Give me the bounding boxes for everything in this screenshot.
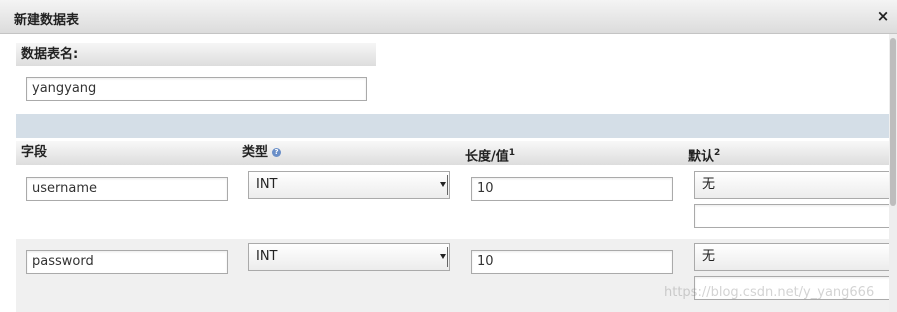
header-field: 字段 bbox=[21, 145, 48, 160]
default-select-value: 无 bbox=[702, 249, 716, 264]
header-length: 长度/值1 bbox=[465, 141, 515, 165]
scrollbar[interactable] bbox=[889, 34, 897, 312]
header-default-label: 默认 bbox=[688, 149, 715, 165]
help-icon[interactable]: ? bbox=[272, 148, 282, 157]
chevron-down-icon bbox=[440, 254, 446, 259]
header-type-label: 类型 bbox=[242, 145, 269, 160]
default-value-input[interactable] bbox=[694, 204, 897, 228]
dialog-title: 新建数据表 bbox=[14, 13, 80, 28]
footnote-1: 1 bbox=[508, 148, 516, 158]
header-length-label: 长度/值 bbox=[465, 149, 509, 165]
field-name-input[interactable]: password bbox=[26, 250, 228, 274]
length-input[interactable]: 10 bbox=[471, 250, 673, 274]
select-divider bbox=[447, 247, 448, 267]
chevron-down-icon bbox=[440, 182, 446, 187]
default-select[interactable]: 无 bbox=[694, 243, 897, 271]
type-select-value: INT bbox=[256, 177, 278, 192]
close-icon[interactable]: × bbox=[875, 7, 891, 25]
default-value-input[interactable] bbox=[694, 276, 897, 300]
table-name-label: 数据表名: bbox=[16, 43, 376, 66]
table-row: username INT 10 无 bbox=[16, 167, 897, 237]
dialog-content: 数据表名: yangyang 字段 类型? 长度/值1 默认2 username… bbox=[0, 34, 897, 312]
table-row: password INT 10 无 bbox=[16, 239, 897, 312]
type-select[interactable]: INT bbox=[248, 243, 450, 271]
length-input[interactable]: 10 bbox=[471, 177, 673, 201]
header-default: 默认2 bbox=[688, 141, 720, 165]
columns-header: 字段 类型? 长度/值1 默认2 bbox=[16, 141, 889, 165]
header-type: 类型? bbox=[242, 141, 282, 165]
default-select[interactable]: 无 bbox=[694, 171, 897, 199]
type-select-value: INT bbox=[256, 249, 278, 264]
select-divider bbox=[447, 175, 448, 195]
footnote-2: 2 bbox=[714, 148, 721, 158]
scrollbar-thumb[interactable] bbox=[890, 38, 896, 206]
default-select-value: 无 bbox=[702, 177, 716, 192]
table-name-input[interactable]: yangyang bbox=[26, 77, 367, 101]
dialog-titlebar: 新建数据表 × bbox=[0, 0, 897, 34]
field-name-input[interactable]: username bbox=[26, 177, 228, 201]
section-separator bbox=[16, 114, 889, 138]
type-select[interactable]: INT bbox=[248, 171, 450, 199]
